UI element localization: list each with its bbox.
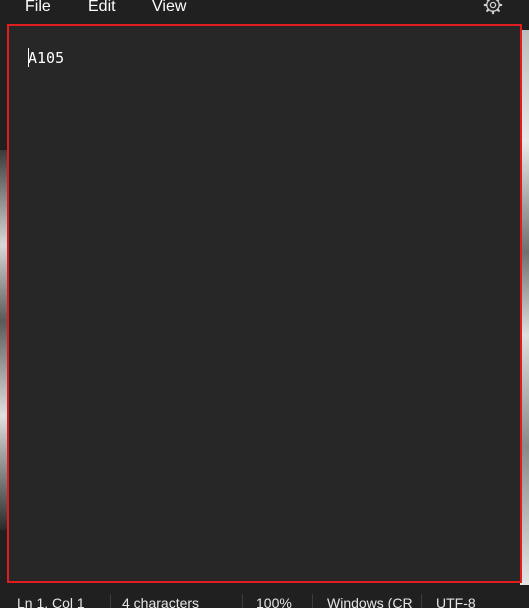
menu-file[interactable]: File: [25, 0, 51, 18]
notepad-window: File Edit View A105 Ln 1, Col 1 4 charac…: [0, 0, 529, 608]
text-editor-area[interactable]: A105: [7, 24, 522, 583]
status-divider: [421, 594, 422, 608]
status-divider: [242, 594, 243, 608]
menu-view[interactable]: View: [152, 0, 186, 18]
gear-icon[interactable]: [483, 0, 503, 15]
status-divider: [110, 594, 111, 608]
editor-content[interactable]: A105: [28, 48, 64, 68]
text-caret: [28, 48, 29, 67]
cursor-position: Ln 1, Col 1: [17, 595, 85, 608]
encoding[interactable]: UTF-8: [436, 595, 476, 608]
menu-bar: File Edit View: [0, 0, 529, 22]
status-divider: [312, 594, 313, 608]
status-bar: Ln 1, Col 1 4 characters 100% Windows (C…: [0, 586, 529, 608]
zoom-level[interactable]: 100%: [256, 595, 292, 608]
line-ending[interactable]: Windows (CR: [327, 595, 417, 608]
character-count: 4 characters: [122, 595, 200, 608]
menu-edit[interactable]: Edit: [88, 0, 116, 18]
